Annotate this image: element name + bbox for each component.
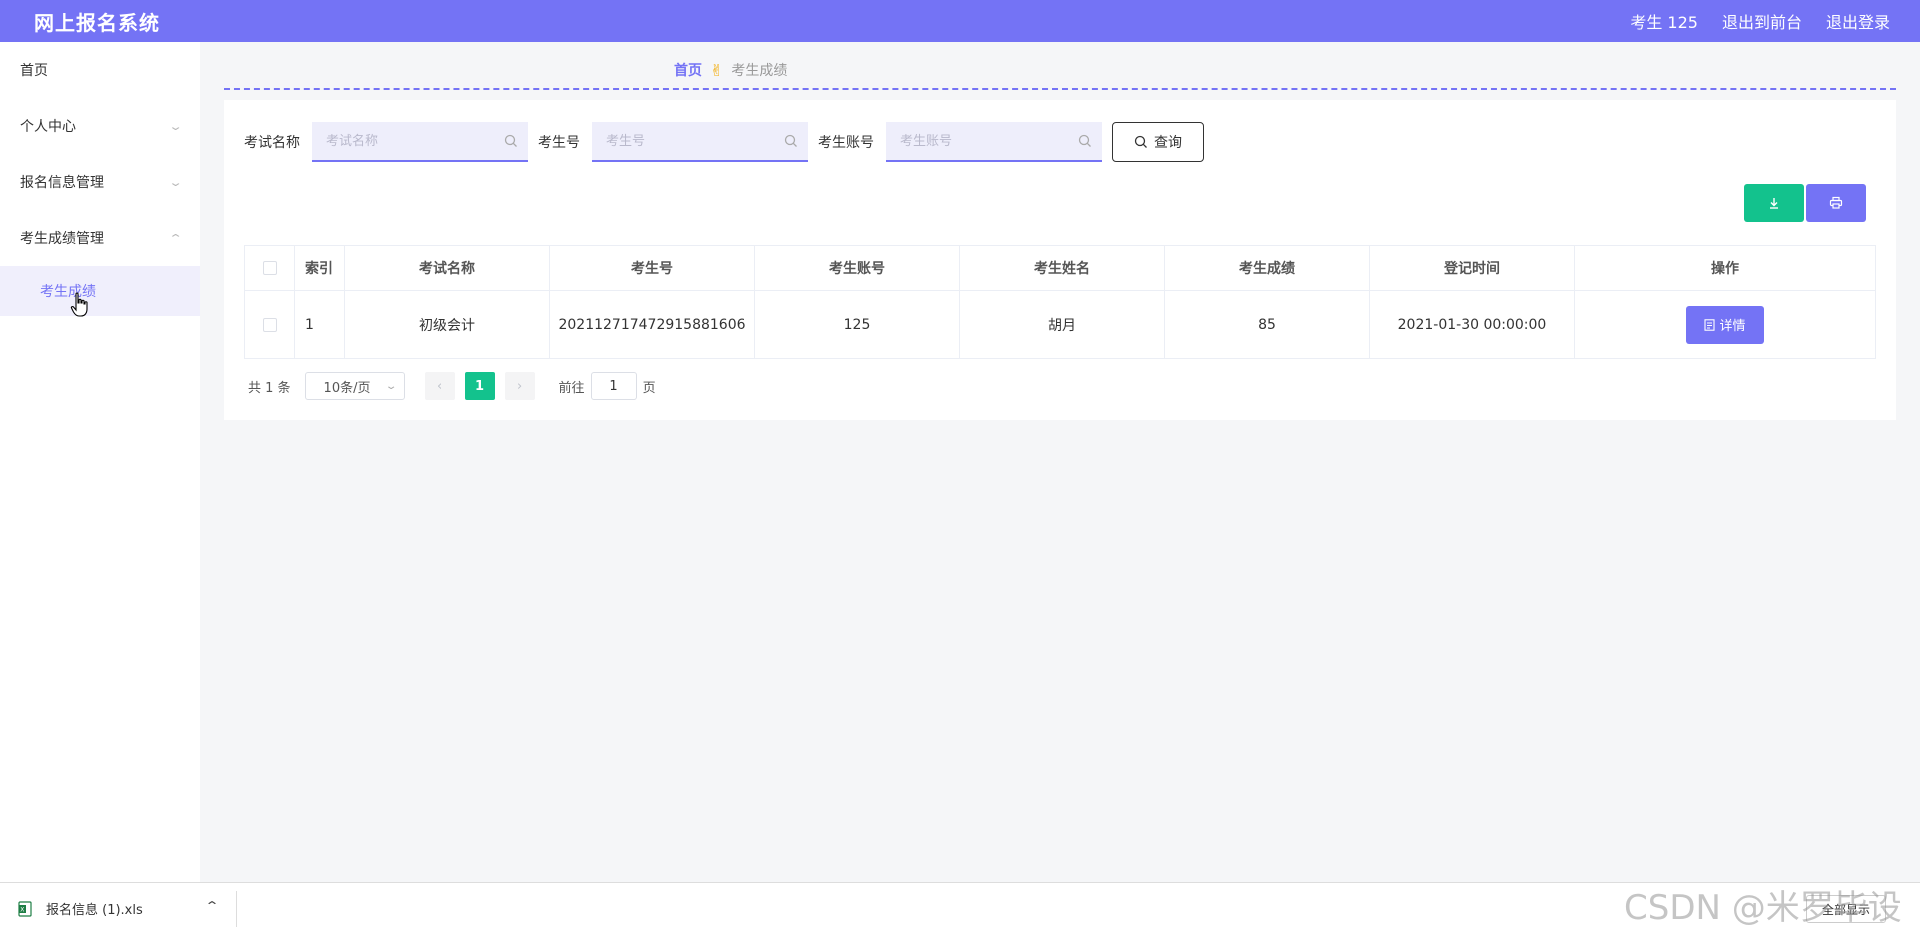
app-title: 网上报名系统	[34, 10, 160, 35]
search-icon	[504, 134, 517, 147]
sidebar-item-home[interactable]: 首页	[0, 42, 200, 98]
sidebar-item-label: 首页	[20, 63, 48, 79]
pagination: 共 1 条 10条/页 ⌄ ‹ 1 › 前往 页	[248, 372, 656, 400]
exam-no-label: 考生号	[538, 135, 580, 151]
detail-button-label: 详情	[1719, 319, 1746, 334]
goto-label: 前往	[558, 380, 585, 396]
download-item[interactable]: X 报名信息 (1).xls	[18, 899, 143, 918]
exam-name-input[interactable]	[312, 122, 528, 160]
detail-button[interactable]: 详情	[1686, 305, 1764, 344]
score-cell: 85	[1164, 290, 1370, 359]
select-all-cell	[244, 245, 295, 291]
total-count: 共 1 条	[248, 380, 291, 396]
exam-no-field	[592, 122, 808, 162]
page-suffix: 页	[642, 380, 656, 396]
register-time-cell: 2021-01-30 00:00:00	[1369, 290, 1575, 359]
index-cell: 1	[294, 290, 345, 359]
print-button[interactable]	[1806, 184, 1866, 222]
column-header: 操作	[1574, 245, 1876, 291]
column-header: 考生账号	[754, 245, 960, 291]
column-header: 考生成绩	[1164, 245, 1370, 291]
sidebar-item-registration-management[interactable]: 报名信息管理 ⌄	[0, 154, 200, 210]
exam-no-input[interactable]	[592, 122, 808, 160]
breadcrumb: 首页 ✌ 考生成绩	[674, 60, 787, 80]
hand-cursor-icon	[70, 292, 88, 317]
row-checkbox[interactable]	[262, 317, 277, 332]
search-icon	[1134, 135, 1147, 148]
prev-page-button[interactable]: ‹	[424, 372, 455, 400]
chevron-up-icon: ⌃	[168, 231, 183, 245]
search-icon	[1078, 134, 1091, 147]
header-actions: 考生 125 退出到前台 退出登录	[1630, 9, 1890, 33]
page-size-value: 10条/页	[323, 380, 371, 396]
content-panel: 考试名称 考生号 考生账号 查询 索引	[224, 100, 1896, 420]
column-header: 考生号	[549, 245, 755, 291]
score-table: 索引 考试名称 考生号 考生账号 考生姓名 考生成绩 登记时间 操作 1 初级会…	[244, 245, 1876, 359]
account-field	[886, 122, 1102, 162]
exit-to-frontend-link[interactable]: 退出到前台	[1722, 9, 1802, 33]
student-name-cell: 胡月	[959, 290, 1165, 359]
query-button-label: 查询	[1154, 135, 1182, 151]
table-header-row: 索引 考试名称 考生号 考生账号 考生姓名 考生成绩 登记时间 操作	[244, 245, 1876, 291]
query-button[interactable]: 查询	[1112, 122, 1204, 162]
exam-no-cell: 20211271747291588160­6	[549, 290, 755, 359]
column-header: 考生姓名	[959, 245, 1165, 291]
exam-name-field	[312, 122, 528, 162]
table-actions	[1744, 184, 1866, 222]
account-label: 考生账号	[818, 135, 874, 151]
goto-page-input[interactable]	[590, 372, 637, 400]
sidebar-item-label: 个人中心	[20, 119, 76, 135]
sidebar-item-score-management[interactable]: 考生成绩管理 ⌃	[0, 210, 200, 266]
show-all-downloads-button[interactable]: 全部显示	[1806, 895, 1886, 923]
breadcrumb-divider	[224, 88, 1896, 90]
breadcrumb-current: 考生成绩	[731, 63, 788, 79]
printer-icon	[1829, 196, 1843, 209]
next-page-button[interactable]: ›	[504, 372, 535, 400]
download-divider	[236, 891, 237, 927]
sidebar-item-personal-center[interactable]: 个人中心 ⌄	[0, 98, 200, 154]
download-bar: X 报名信息 (1).xls ⌃ 全部显示	[0, 882, 1920, 934]
chevron-right-icon: ›	[516, 378, 523, 394]
chevron-down-icon: ⌄	[168, 175, 183, 189]
select-all-checkbox[interactable]	[262, 261, 277, 275]
sidebar-subitem-scores[interactable]: 考生成绩	[0, 266, 200, 316]
table-row: 1 初级会计 20211271747291588160­6 125 胡月 85 …	[244, 290, 1876, 359]
search-form: 考试名称 考生号 考生账号 查询	[244, 122, 1204, 162]
chevron-left-icon: ‹	[436, 378, 443, 394]
excel-file-icon: X	[18, 900, 32, 917]
exam-name-label: 考试名称	[244, 135, 300, 151]
export-button[interactable]	[1744, 184, 1804, 222]
breadcrumb-home[interactable]: 首页	[674, 60, 702, 80]
account-input[interactable]	[886, 122, 1102, 160]
search-icon	[784, 134, 797, 147]
chevron-up-icon[interactable]: ⌃	[204, 899, 219, 913]
page-size-select[interactable]: 10条/页 ⌄	[304, 372, 405, 400]
document-icon	[1704, 318, 1716, 331]
current-user: 考生 125	[1630, 13, 1698, 32]
column-header: 索引	[294, 245, 345, 291]
page-number-button[interactable]: 1	[464, 372, 495, 400]
hand-sign-icon: ✌	[710, 60, 724, 80]
account-cell: 125	[754, 290, 960, 359]
sidebar-item-label: 报名信息管理	[20, 175, 104, 191]
column-header: 考试名称	[344, 245, 550, 291]
action-cell: 详情	[1574, 290, 1876, 359]
download-icon	[1770, 198, 1778, 209]
chevron-down-icon: ⌄	[168, 119, 183, 133]
svg-text:X: X	[20, 906, 24, 913]
logout-link[interactable]: 退出登录	[1826, 9, 1890, 33]
row-select-cell	[244, 290, 295, 359]
download-file-name: 报名信息 (1).xls	[46, 903, 143, 918]
sidebar: 首页 个人中心 ⌄ 报名信息管理 ⌄ 考生成绩管理 ⌃ 考生成绩	[0, 42, 200, 882]
column-header: 登记时间	[1369, 245, 1575, 291]
sidebar-item-label: 考生成绩管理	[20, 231, 104, 247]
top-header: 网上报名系统 考生 125 退出到前台 退出登录	[0, 0, 1920, 42]
chevron-down-icon: ⌄	[385, 380, 398, 392]
exam-name-cell: 初级会计	[344, 290, 550, 359]
